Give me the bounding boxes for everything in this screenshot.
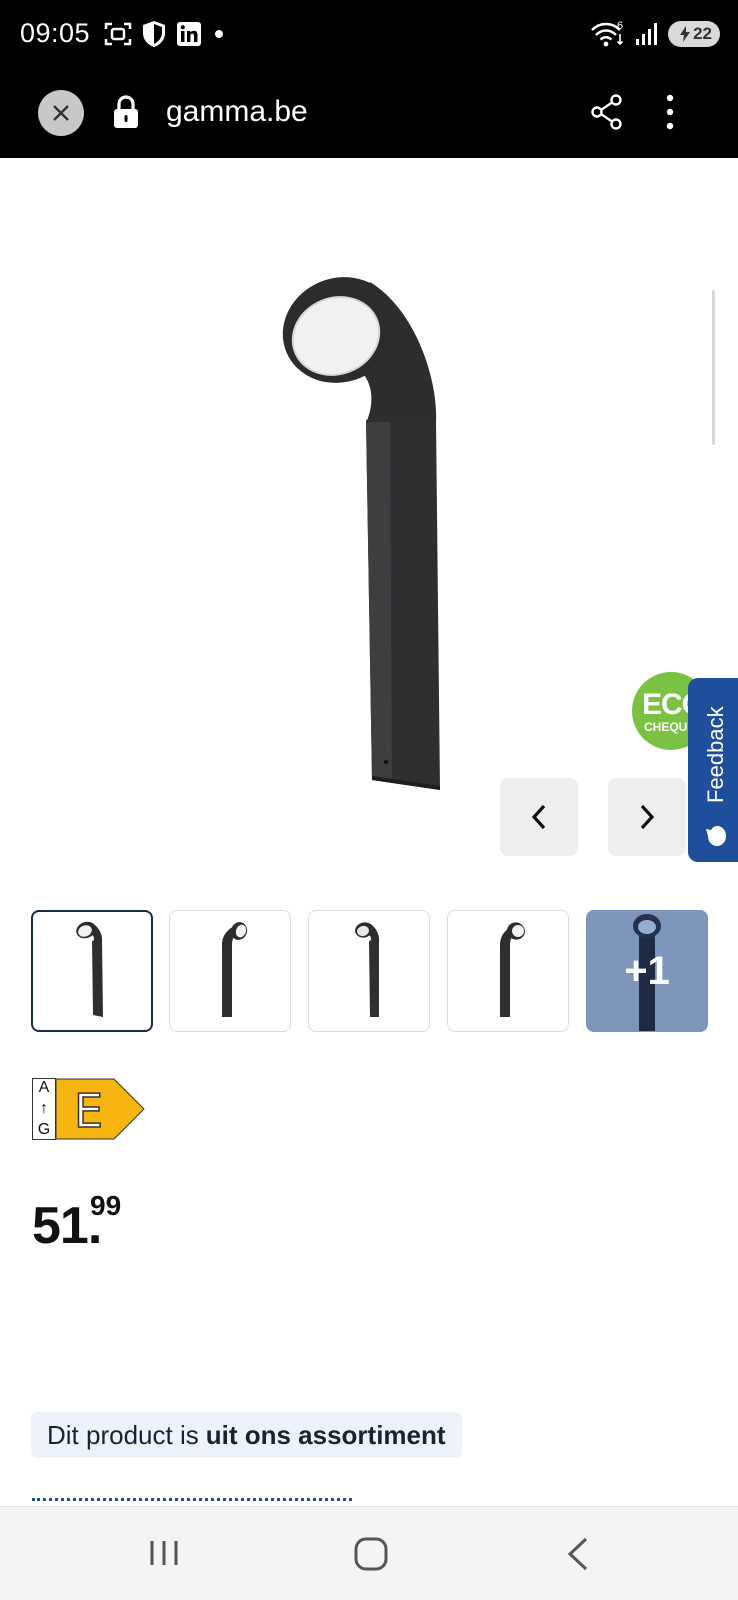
charging-icon bbox=[680, 26, 691, 42]
feedback-tab[interactable]: Feedback bbox=[688, 678, 738, 862]
energy-scale-arrow: ↑ bbox=[40, 1100, 48, 1117]
wifi-icon: 6 bbox=[591, 20, 623, 47]
truncated-link-fragment bbox=[32, 1498, 352, 1502]
assortment-notice: Dit product is uit ons assortiment bbox=[31, 1412, 462, 1458]
thumbnail-2[interactable] bbox=[169, 910, 291, 1032]
shield-icon bbox=[143, 21, 165, 47]
energy-class-letter: E bbox=[73, 1083, 104, 1139]
energy-scale-top: A bbox=[38, 1079, 50, 1096]
chevron-right-icon bbox=[640, 804, 655, 830]
thumbnail-image bbox=[355, 922, 380, 1017]
more-vert-icon[interactable] bbox=[664, 92, 676, 132]
previous-image-button[interactable] bbox=[500, 778, 578, 856]
close-tab-button[interactable] bbox=[38, 90, 84, 136]
status-icons-right: 6 22 bbox=[590, 20, 720, 48]
chat-bubble-icon bbox=[706, 826, 726, 846]
thumbnail-image bbox=[76, 921, 103, 1017]
price: 51. 99 bbox=[32, 1190, 121, 1256]
energy-scale-bottom: G bbox=[37, 1121, 51, 1138]
wifi-badge: 6 bbox=[617, 20, 623, 32]
next-image-button[interactable] bbox=[608, 778, 686, 856]
thumbnail-strip: +1 bbox=[31, 910, 709, 1034]
price-decimals: 99 bbox=[90, 1190, 122, 1221]
scroll-indicator[interactable] bbox=[712, 290, 715, 445]
energy-label[interactable]: A ↑ G E bbox=[32, 1078, 146, 1140]
price-integer: 51 bbox=[32, 1197, 89, 1255]
battery-level: 22 bbox=[693, 24, 712, 43]
lock-icon bbox=[114, 95, 138, 128]
signal-icon bbox=[636, 23, 657, 45]
browser-toolbar: gamma.be bbox=[0, 68, 738, 158]
close-icon bbox=[53, 105, 69, 121]
product-image[interactable] bbox=[240, 270, 480, 810]
energy-class-badge: E bbox=[55, 1078, 146, 1140]
url-text[interactable]: gamma.be bbox=[166, 95, 308, 129]
thumbnail-image bbox=[222, 922, 248, 1017]
screenshot-icon bbox=[104, 22, 132, 46]
notice-prefix: Dit product is bbox=[47, 1419, 199, 1450]
thumbnail-image bbox=[500, 922, 525, 1017]
status-icons-left bbox=[104, 20, 226, 48]
more-images-label: +1 bbox=[624, 948, 670, 993]
share-icon[interactable] bbox=[590, 94, 624, 130]
status-bar: 09:05 6 22 bbox=[0, 0, 738, 68]
back-icon[interactable] bbox=[566, 1537, 590, 1571]
home-icon[interactable] bbox=[354, 1537, 388, 1571]
thumbnail-3[interactable] bbox=[308, 910, 430, 1032]
system-navigation-bar bbox=[0, 1506, 738, 1600]
recent-apps-icon[interactable] bbox=[148, 1537, 180, 1569]
linkedin-icon bbox=[177, 22, 201, 46]
battery-icon: 22 bbox=[668, 21, 720, 47]
feedback-label: Feedback bbox=[703, 706, 728, 804]
notice-bold: uit ons assortiment bbox=[205, 1419, 446, 1450]
energy-scale: A ↑ G bbox=[32, 1078, 56, 1140]
thumbnail-1[interactable] bbox=[31, 910, 153, 1032]
notification-dot-icon bbox=[215, 30, 223, 38]
thumbnail-4[interactable] bbox=[447, 910, 569, 1032]
status-time: 09:05 bbox=[20, 18, 91, 48]
thumbnail-more[interactable]: +1 bbox=[586, 910, 708, 1032]
chevron-left-icon bbox=[531, 804, 546, 830]
